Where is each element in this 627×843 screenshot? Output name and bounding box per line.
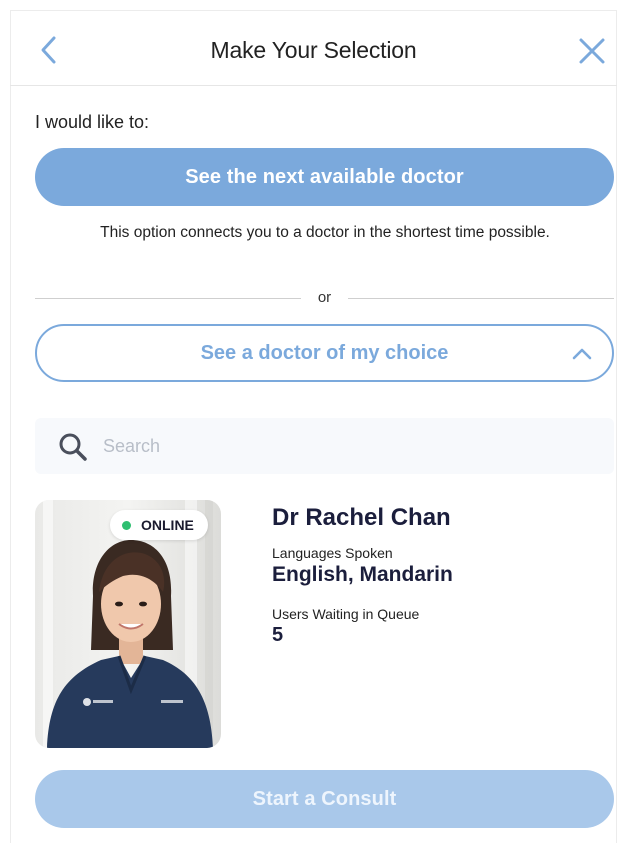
doctor-of-choice-button[interactable]: See a doctor of my choice	[35, 324, 614, 382]
search-icon	[59, 433, 87, 461]
close-button[interactable]	[575, 34, 609, 68]
search-input[interactable]	[103, 430, 583, 462]
or-divider: or	[35, 288, 614, 308]
queue-label: Users Waiting in Queue	[272, 606, 420, 622]
divider-line-right	[348, 298, 614, 299]
doctor-of-choice-label: See a doctor of my choice	[200, 341, 449, 364]
selection-screen: Make Your Selection I would like to: See…	[0, 0, 627, 843]
online-status-badge: ONLINE	[110, 510, 208, 540]
chevron-up-icon	[572, 348, 592, 360]
next-available-doctor-button[interactable]: See the next available doctor	[35, 148, 614, 206]
close-icon	[579, 38, 605, 64]
status-label: ONLINE	[141, 517, 194, 533]
doctor-name: Dr Rachel Chan	[272, 504, 451, 531]
header-bar: Make Your Selection	[10, 10, 617, 86]
start-consult-button[interactable]: Start a Consult	[35, 770, 614, 828]
languages-label: Languages Spoken	[272, 545, 393, 561]
languages-value: English, Mandarin	[272, 563, 453, 586]
next-doctor-helper-text: This option connects you to a doctor in …	[100, 224, 550, 241]
online-dot-icon	[122, 520, 131, 530]
queue-count: 5	[272, 624, 284, 646]
intro-text: I would like to:	[35, 112, 150, 132]
page-title: Make Your Selection	[210, 37, 417, 63]
search-bar[interactable]	[35, 418, 614, 474]
